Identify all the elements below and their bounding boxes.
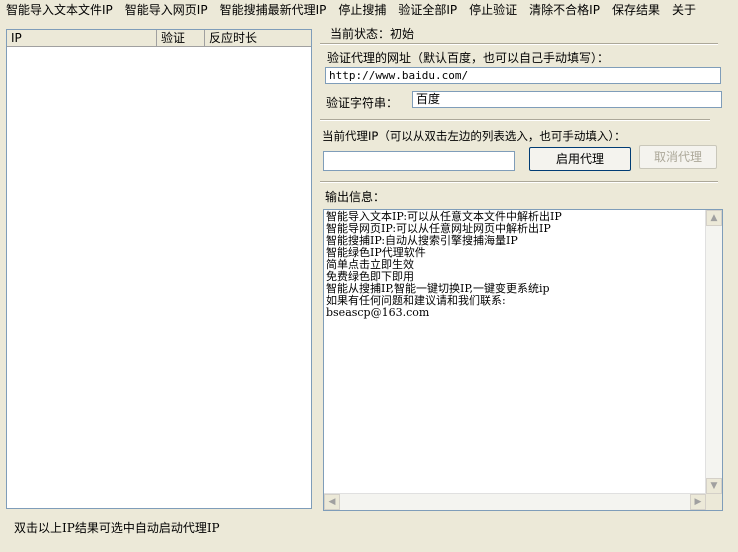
column-header-response-time[interactable]: 反应时长 xyxy=(205,30,305,46)
menu-stop-verify[interactable]: 停止验证 xyxy=(463,0,523,20)
menu-verify-all-ip[interactable]: 验证全部IP xyxy=(392,0,463,20)
divider xyxy=(320,119,710,121)
scroll-left-icon[interactable]: ◀ xyxy=(324,494,340,510)
vertical-scrollbar[interactable]: ▲ ▼ xyxy=(705,210,722,494)
enable-proxy-button[interactable]: 启用代理 xyxy=(529,147,631,171)
status-hint: 双击以上IP结果可选中自动启动代理IP xyxy=(14,521,220,535)
divider xyxy=(320,181,718,183)
cancel-proxy-button[interactable]: 取消代理 xyxy=(639,145,717,169)
output-textarea[interactable]: 智能导入文本IP:可以从任意文本文件中解析出IP 智能导网页IP:可以从任意网址… xyxy=(323,209,723,511)
menu-import-text-ip[interactable]: 智能导入文本文件IP xyxy=(0,0,119,20)
menu-stop-search[interactable]: 停止搜捕 xyxy=(332,0,392,20)
scroll-right-icon[interactable]: ▶ xyxy=(690,494,706,510)
menu-save-results[interactable]: 保存结果 xyxy=(606,0,666,20)
scroll-down-icon[interactable]: ▼ xyxy=(706,478,722,494)
horizontal-scrollbar[interactable]: ◀ ▶ xyxy=(324,493,706,510)
divider xyxy=(320,43,718,45)
menu-import-webpage-ip[interactable]: 智能导入网页IP xyxy=(119,0,214,20)
menu-bar: 智能导入文本文件IP 智能导入网页IP 智能搜捕最新代理IP 停止搜捕 验证全部… xyxy=(0,0,738,20)
verify-url-label: 验证代理的网址（默认百度，也可以自己手动填写）： xyxy=(327,51,610,65)
output-label: 输出信息： xyxy=(325,190,386,204)
ip-list-view[interactable]: IP 验证 反应时长 xyxy=(6,29,312,509)
scroll-up-icon[interactable]: ▲ xyxy=(706,210,722,226)
menu-search-proxy-ip[interactable]: 智能搜捕最新代理IP xyxy=(214,0,333,20)
column-header-ip[interactable]: IP xyxy=(7,30,157,46)
output-lines: 智能导入文本IP:可以从任意文本文件中解析出IP 智能导网页IP:可以从任意网址… xyxy=(326,211,706,319)
list-header: IP 验证 反应时长 xyxy=(7,30,311,47)
output-line: bseascp@163.com xyxy=(326,306,430,319)
column-header-verify[interactable]: 验证 xyxy=(157,30,205,46)
verify-string-label: 验证字符串： xyxy=(326,96,399,110)
proxy-ip-input[interactable] xyxy=(323,151,515,171)
menu-clear-invalid-ip[interactable]: 清除不合格IP xyxy=(523,0,606,20)
current-status-label: 当前状态：初始 xyxy=(330,27,415,41)
verify-string-input[interactable]: 百度 xyxy=(412,91,722,108)
scrollbar-corner xyxy=(706,494,722,510)
menu-about[interactable]: 关于 xyxy=(666,0,702,20)
current-proxy-label: 当前代理IP（可以从双击左边的列表选入，也可手动填入）： xyxy=(322,129,626,143)
verify-url-input[interactable]: http://www.baidu.com/ xyxy=(325,67,721,84)
